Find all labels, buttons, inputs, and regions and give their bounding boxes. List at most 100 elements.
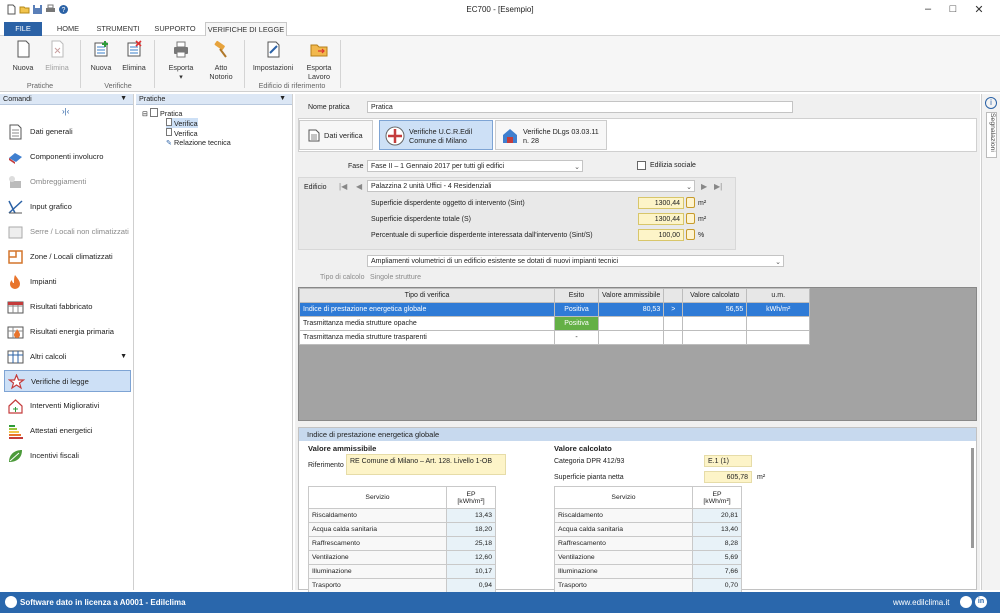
user-icon: [5, 596, 17, 608]
verifica-elimina-button[interactable]: Elimina: [119, 38, 149, 82]
nav-attestati[interactable]: Attestati energetici: [4, 420, 131, 442]
ampliamenti-select[interactable]: Ampliamenti volumetrici di un edificio e…: [367, 255, 784, 267]
lock-icon[interactable]: [686, 197, 695, 208]
nav-altri-calcoli[interactable]: Altri calcoli ▼: [4, 346, 131, 368]
edilizia-sociale-checkbox[interactable]: [637, 161, 646, 170]
esporta-button[interactable]: Esporta ▾: [164, 38, 198, 82]
nav-componenti-involucro[interactable]: Componenti involucro: [4, 146, 131, 168]
linkedin-icon[interactable]: in: [975, 596, 987, 608]
cell-ammissibile: [597, 330, 665, 345]
ribbon-separator: [154, 40, 155, 88]
nav-serre[interactable]: Serre / Locali non climatizzati: [4, 221, 131, 243]
nav-impianti[interactable]: Impianti: [4, 271, 131, 293]
segnalazioni-tab[interactable]: Segnalazioni: [986, 112, 997, 158]
nav-verifiche-di-legge[interactable]: Verifiche di legge: [4, 370, 131, 392]
close-button[interactable]: ✕: [969, 3, 989, 16]
esporta-lavoro-label: Esporta Lavoro: [306, 63, 332, 81]
sint-input[interactable]: 1300,44: [638, 197, 684, 209]
pin-icon[interactable]: ▼: [279, 94, 286, 104]
nav-label: Incentivi fiscali: [30, 451, 79, 460]
edificio-select[interactable]: Palazzina 2 unità Uffici - 4 Residenzial…: [367, 180, 695, 192]
table-row[interactable]: Trasmittanza media strutture trasparenti…: [299, 330, 811, 345]
tab-verifiche-di-legge[interactable]: VERIFICHE DI LEGGE: [205, 22, 287, 36]
minimize-button[interactable]: –: [918, 3, 938, 15]
fase-value: Fase II – 1 Gennaio 2017 per tutti gli e…: [371, 163, 505, 170]
nav-label: Verifiche di legge: [31, 377, 89, 386]
superficie-value[interactable]: 605,78: [704, 471, 752, 483]
nav-interventi[interactable]: Interventi Migliorativi: [4, 395, 131, 417]
pratica-nuova-label: Nuova: [12, 63, 34, 72]
pin-icon[interactable]: ▼: [120, 94, 127, 104]
last-record-icon[interactable]: ▶|: [714, 182, 722, 191]
tree-item-relazione[interactable]: ✎ Relazione tecnica: [166, 138, 231, 147]
prev-record-icon[interactable]: ◀: [356, 182, 362, 191]
cell-servizio: Illuminazione: [554, 564, 693, 579]
col-ep: EP [kWh/m²]: [692, 486, 742, 509]
status-website[interactable]: www.edilclima.it: [893, 592, 949, 613]
amm-table: Servizio EP [kWh/m²] Riscaldamento 13,43 Ac…: [308, 486, 496, 593]
maximize-button[interactable]: □: [943, 3, 963, 15]
table-row[interactable]: Indice di prestazione energetica globale…: [299, 302, 811, 317]
next-record-icon[interactable]: ▶: [701, 182, 707, 191]
fase-select[interactable]: Fase II – 1 Gennaio 2017 per tutti gli e…: [367, 160, 583, 172]
scrollbar[interactable]: [971, 448, 974, 548]
info-icon[interactable]: i: [985, 97, 997, 109]
cell-esito: -: [554, 330, 599, 345]
riferimento-value[interactable]: RE Comune di Milano – Art. 128. Livello …: [346, 454, 506, 475]
tab-strumenti[interactable]: STRUMENTI: [92, 22, 144, 36]
tree-item-pratica[interactable]: ⊟ Pratica: [142, 108, 182, 118]
esporta-lavoro-button[interactable]: Esporta Lavoro: [302, 38, 336, 82]
nav-zone[interactable]: Zone / Locali climatizzati: [4, 246, 131, 268]
tab-dati-verifica[interactable]: Dati verifica: [299, 120, 373, 150]
energy-results-icon: [7, 326, 24, 339]
cell-tipo: Trasmittanza media strutture opache: [299, 316, 555, 331]
perc-input[interactable]: 100,00: [638, 229, 684, 241]
s-input[interactable]: 1300,44: [638, 213, 684, 225]
nav-incentivi[interactable]: Incentivi fiscali: [4, 445, 131, 467]
perc-label: Percentuale di superficie disperdente in…: [371, 232, 593, 239]
nav-risultati-energia[interactable]: Risultati energia primaria: [4, 321, 131, 343]
zone-icon: [8, 250, 23, 264]
tab-dlgs[interactable]: Verifiche DLgs 03.03.11 n. 28: [495, 120, 607, 150]
tree-item-verifica-1[interactable]: Verifica: [166, 118, 198, 128]
star-badge-icon: [8, 374, 25, 390]
nav-input-grafico[interactable]: Input grafico: [4, 196, 131, 218]
nav-ombreggiamenti[interactable]: Ombreggiamenti: [4, 171, 131, 193]
first-record-icon[interactable]: |◀: [339, 182, 347, 191]
tab-supporto[interactable]: SUPPORTO: [150, 22, 200, 36]
nome-pratica-input[interactable]: Pratica: [367, 101, 793, 113]
lock-icon[interactable]: [686, 229, 695, 240]
impostazioni-button[interactable]: Impostazioni: [250, 38, 296, 82]
tab-home[interactable]: HOME: [50, 22, 86, 36]
impostazioni-label: Impostazioni: [252, 63, 294, 72]
nav-dati-generali[interactable]: Dati generali: [4, 121, 131, 143]
tree-item-verifica-2[interactable]: Verifica: [166, 128, 198, 138]
riferimento-label: Riferimento: [308, 462, 344, 469]
nav-risultati-fabbricato[interactable]: Risultati fabbricato: [4, 296, 131, 318]
collapse-icon[interactable]: ⊟: [142, 109, 148, 118]
categoria-value[interactable]: E.1 (1): [704, 455, 752, 467]
delete-document-icon: [51, 40, 64, 58]
export-work-icon: [310, 44, 328, 57]
tab-ucr-edil[interactable]: Verifiche U.C.R.Edil Comune di Milano: [379, 120, 493, 150]
comandi-panel: Comandi ▼ ›|‹ Dati generali Componenti in…: [0, 94, 134, 590]
lock-icon[interactable]: [686, 213, 695, 224]
nav-label: Dati generali: [30, 127, 73, 136]
atto-notorio-button[interactable]: Atto Notorio: [204, 38, 238, 82]
cell-compare: >: [663, 302, 684, 317]
social-icon[interactable]: [960, 596, 972, 608]
cell-ep: 0,94: [446, 578, 496, 593]
gavel-icon: [214, 40, 227, 58]
collapse-icon[interactable]: ›|‹: [62, 107, 69, 116]
pratiche-title: Pratiche: [139, 94, 166, 103]
cell-ep: 13,43: [446, 508, 496, 523]
tree-label: Verifica: [174, 129, 198, 138]
nav-label: Risultati energia primaria: [30, 327, 114, 336]
pratica-nuova-button[interactable]: Nuova: [8, 38, 38, 82]
pratica-elimina-button[interactable]: Elimina: [42, 38, 72, 82]
tab-file[interactable]: FILE: [4, 22, 42, 36]
table-row: Raffrescamento 8,28: [554, 536, 742, 551]
verifica-nuova-button[interactable]: Nuova: [86, 38, 116, 82]
table-row[interactable]: Trasmittanza media strutture opache Posi…: [299, 316, 811, 331]
pratica-elimina-label: Elimina: [45, 63, 69, 72]
